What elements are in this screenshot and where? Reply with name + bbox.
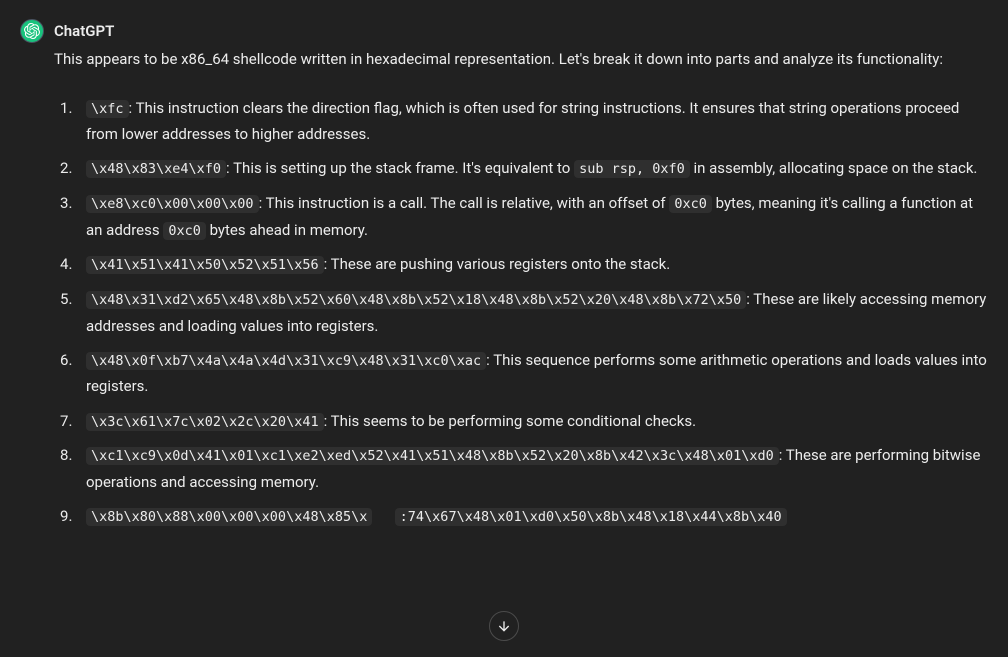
list-item: \x8b\x80\x88\x00\x00\x00\x48\x85\x :74\x… (58, 503, 988, 530)
assistant-name: ChatGPT (54, 18, 114, 44)
hex-code: :74\x67\x48\x01\xd0\x50\x8b\x48\x18\x44\… (395, 508, 787, 526)
arrow-down-icon (496, 618, 512, 634)
assistant-avatar (20, 19, 44, 43)
item-text: : This seems to be performing some condi… (324, 412, 697, 430)
item-text: : These are pushing various registers on… (324, 255, 671, 273)
scroll-down-button[interactable] (489, 611, 519, 641)
asm-code: sub rsp, 0xf0 (574, 160, 690, 178)
item-text: : This instruction clears the direction … (86, 99, 959, 144)
hex-code: \x41\x51\x41\x50\x52\x51\x56 (86, 256, 324, 274)
item-text: : This is setting up the stack frame. It… (226, 159, 574, 177)
item-text: in assembly, allocating space on the sta… (690, 159, 978, 177)
analysis-list: \xfc: This instruction clears the direct… (54, 95, 988, 530)
hex-code: \x48\x83\xe4\xf0 (86, 160, 226, 178)
hex-code: \xfc (86, 100, 129, 118)
hex-code: \x48\x0f\xb7\x4a\x4a\x4d\x31\xc9\x48\x31… (86, 352, 486, 370)
intro-paragraph: This appears to be x86_64 shellcode writ… (54, 46, 988, 72)
hex-code: \x8b\x80\x88\x00\x00\x00\x48\x85\x (86, 508, 372, 526)
list-item: \x41\x51\x41\x50\x52\x51\x56: These are … (58, 251, 988, 278)
item-text: : This instruction is a call. The call i… (259, 194, 670, 212)
openai-icon (24, 23, 40, 39)
message-content: This appears to be x86_64 shellcode writ… (54, 46, 988, 530)
list-item: \x48\x83\xe4\xf0: This is setting up the… (58, 155, 988, 182)
hex-code: \x3c\x61\x7c\x02\x2c\x20\x41 (86, 413, 324, 431)
list-item: \x3c\x61\x7c\x02\x2c\x20\x41: This seems… (58, 408, 988, 435)
list-item: \xe8\xc0\x00\x00\x00: This instruction i… (58, 190, 988, 243)
list-item: \x48\x0f\xb7\x4a\x4a\x4d\x31\xc9\x48\x31… (58, 347, 988, 400)
hex-code: 0xc0 (669, 195, 712, 213)
message-header: ChatGPT (20, 18, 988, 44)
hex-code: \xc1\xc9\x0d\x41\x01\xc1\xe2\xed\x52\x41… (86, 447, 779, 465)
hex-code: 0xc0 (163, 222, 206, 240)
list-item: \xc1\xc9\x0d\x41\x01\xc1\xe2\xed\x52\x41… (58, 442, 988, 495)
list-item: \x48\x31\xd2\x65\x48\x8b\x52\x60\x48\x8b… (58, 286, 988, 339)
hex-code: \xe8\xc0\x00\x00\x00 (86, 195, 259, 213)
assistant-message: ChatGPT This appears to be x86_64 shellc… (0, 0, 1008, 530)
item-text: bytes ahead in memory. (206, 221, 368, 239)
hex-code: \x48\x31\xd2\x65\x48\x8b\x52\x60\x48\x8b… (86, 291, 746, 309)
list-item: \xfc: This instruction clears the direct… (58, 95, 988, 148)
